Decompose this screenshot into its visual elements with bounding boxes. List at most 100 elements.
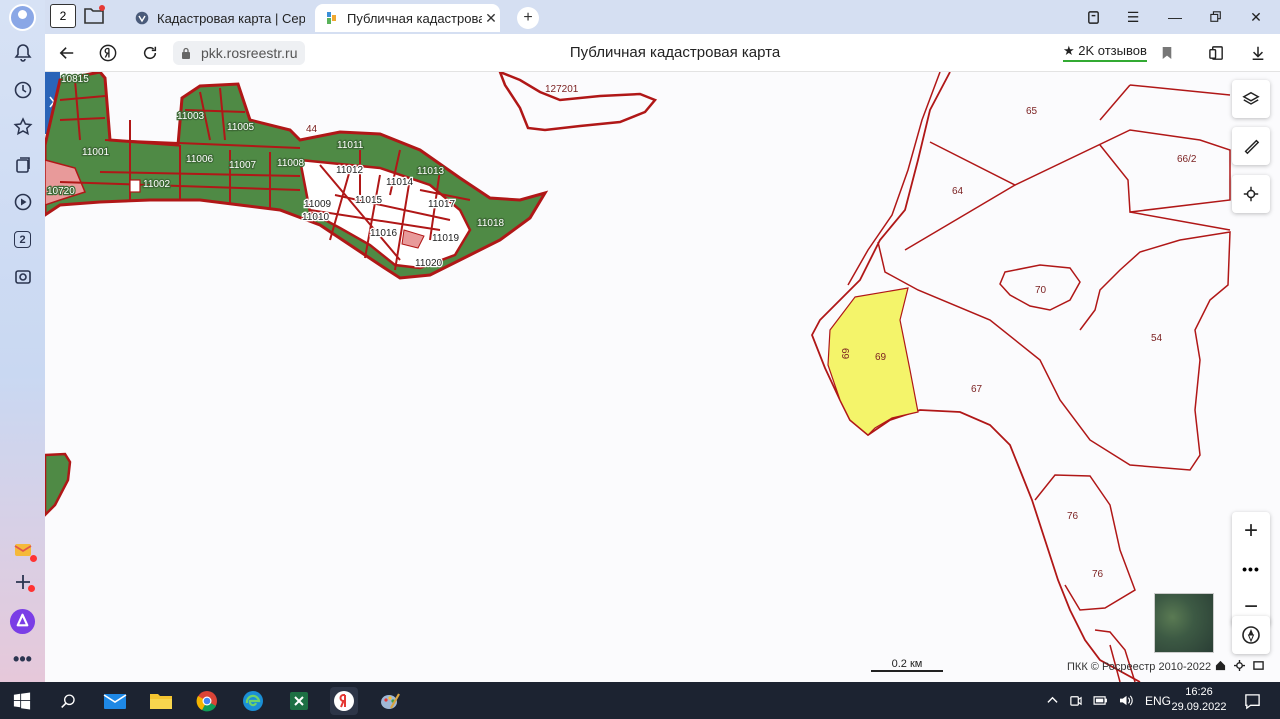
cluster-label: 11016 (370, 228, 398, 239)
notifications-icon[interactable] (8, 38, 37, 67)
cluster-label: 11003 (177, 111, 205, 122)
parcel-label-rotated: 69 (839, 348, 850, 360)
map-layer[interactable]: 10815 11003 11005 11001 11006 11007 1100… (45, 72, 1280, 682)
parcel-label: 64 (952, 186, 964, 197)
cluster-label: 44 (306, 124, 318, 135)
cluster-label: 11014 (386, 177, 414, 188)
paint-icon[interactable] (376, 687, 404, 715)
cluster-label: 11005 (227, 122, 255, 133)
parcel-label: 54 (1151, 333, 1163, 344)
notifications-center-icon[interactable] (1238, 687, 1266, 715)
compass-icon (1242, 626, 1260, 644)
folder-icon[interactable] (83, 5, 105, 25)
cluster-label: 10720 (47, 186, 75, 197)
clock[interactable]: 16:26 29.09.2022 (1168, 685, 1230, 715)
more-dots-icon[interactable]: ••• (1232, 550, 1270, 588)
profile-avatar[interactable] (9, 4, 36, 31)
cluster-label: 11001 (82, 147, 110, 158)
chrome-icon[interactable] (193, 687, 221, 715)
new-tab-button[interactable]: + (517, 7, 539, 29)
tab-manager-icon[interactable] (1082, 6, 1104, 28)
layers-icon (1242, 91, 1260, 105)
reviews-link[interactable]: ★ 2K отзывов (1063, 43, 1147, 62)
cluster-label: 11006 (186, 154, 214, 165)
lock-icon (182, 47, 190, 59)
excel-icon[interactable] (285, 687, 313, 715)
parcel-label: 69 (875, 352, 887, 363)
crosshair-icon (1243, 186, 1259, 202)
collections-icon[interactable] (8, 150, 37, 179)
parcel-69-selected[interactable] (827, 287, 919, 436)
add-service-icon[interactable] (8, 567, 37, 596)
restore-icon[interactable] (1205, 6, 1227, 28)
download-icon[interactable] (1247, 42, 1269, 64)
meet-icon[interactable] (1069, 694, 1082, 707)
parcel-label: 65 (1026, 106, 1038, 117)
back-arrow-icon[interactable] (56, 42, 78, 64)
ruler-icon (1244, 139, 1260, 155)
target-icon[interactable] (1234, 660, 1245, 671)
parcel-label: 67 (971, 384, 983, 395)
video-play-icon[interactable] (8, 187, 37, 216)
mail-icon[interactable] (101, 687, 129, 715)
close-window-icon[interactable]: ✕ (1245, 6, 1267, 28)
home-tab-icon[interactable]: 2 (50, 4, 76, 28)
alice-icon[interactable] (8, 607, 37, 636)
cluster-label: 11020 (415, 258, 443, 269)
cluster-label: 11017 (428, 199, 456, 210)
minimize-icon[interactable]: — (1164, 6, 1186, 28)
compass-button[interactable] (1232, 616, 1270, 654)
parcel-label: 76 (1092, 569, 1104, 580)
parcel-label: 70 (1035, 285, 1047, 296)
tabs-count-icon[interactable]: 2 (8, 225, 37, 254)
tab-bar: 2 Кадастровая карта | Серв Публичная кад… (45, 0, 1280, 34)
satellite-minimap[interactable] (1154, 593, 1214, 653)
zoom-in-button[interactable]: + (1232, 512, 1270, 550)
history-icon[interactable] (8, 75, 37, 104)
windows-taskbar: ENG 16:26 29.09.2022 (0, 682, 1280, 719)
bookmark-icon[interactable] (1156, 42, 1178, 64)
file-explorer-icon[interactable] (147, 687, 175, 715)
chevron-up-icon[interactable] (1047, 695, 1058, 706)
search-icon[interactable] (54, 687, 82, 715)
windows-start-icon[interactable] (8, 687, 36, 715)
mail-app-icon[interactable] (8, 535, 37, 564)
home-icon[interactable] (1215, 660, 1226, 671)
fullscreen-icon[interactable] (1253, 660, 1264, 671)
address-bar: pkk.rosreestr.ru Публичная кадастровая к… (45, 34, 1280, 72)
menu-icon[interactable]: ☰ (1122, 6, 1144, 28)
parcel-fragment (45, 452, 72, 517)
pkk-favicon-icon (327, 12, 336, 24)
cluster-label: 11013 (417, 166, 445, 177)
cluster-label: 11018 (477, 218, 505, 229)
edge-icon[interactable] (239, 687, 267, 715)
screenshot-icon[interactable] (8, 262, 37, 291)
reader-icon[interactable] (1205, 42, 1227, 64)
yandex-browser-icon[interactable] (330, 687, 358, 715)
parcel-label: 76 (1067, 511, 1079, 522)
parcel-127201[interactable] (498, 72, 658, 132)
locate-button[interactable] (1232, 175, 1270, 213)
more-dots-icon[interactable]: ••• (8, 645, 37, 674)
url-field[interactable]: pkk.rosreestr.ru (173, 41, 306, 65)
bookmarks-star-icon[interactable] (8, 112, 37, 141)
reload-icon[interactable] (139, 42, 161, 64)
close-tab-icon[interactable]: ✕ (482, 10, 500, 27)
notification-dot (30, 555, 37, 562)
zoom-controls: + ••• − (1232, 512, 1270, 626)
tab-public-cadastral-map[interactable]: Публичная кадастровая ✕ (315, 4, 500, 32)
parcel-label: 127201 (545, 84, 579, 95)
cluster-label: 11010 (302, 212, 330, 223)
cadastral-map[interactable]: 10815 11003 11005 11001 11006 11007 1100… (45, 72, 1280, 682)
battery-icon[interactable] (1093, 695, 1108, 706)
measure-button[interactable] (1232, 127, 1270, 165)
layers-button[interactable] (1232, 80, 1270, 118)
cluster-label: 11002 (143, 179, 171, 190)
tab-cadastral-service[interactable]: Кадастровая карта | Серв (125, 4, 305, 32)
system-tray: ENG (1047, 682, 1171, 719)
map-scale: 0.2 км (871, 658, 943, 672)
yandex-logo-icon[interactable] (97, 42, 119, 64)
cluster-label: 11007 (229, 160, 257, 171)
volume-icon[interactable] (1119, 694, 1134, 707)
village-cluster (45, 72, 549, 280)
